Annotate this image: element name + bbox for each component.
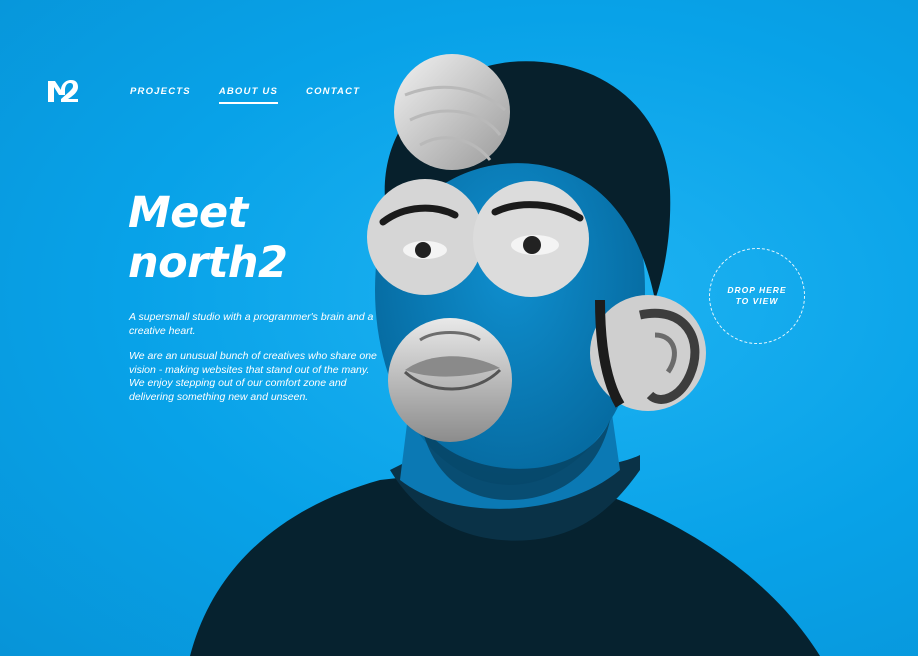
intro-text: A supersmall studio with a programmer's … [129, 311, 374, 337]
mouth-cutout-circle [388, 318, 512, 442]
nav-item-projects[interactable]: PROJECTS [130, 86, 191, 104]
page-title-line1: Meet [128, 188, 248, 238]
left-eye-cutout-circle [367, 179, 483, 295]
main-nav: PROJECTS ABOUT US CONTACT [130, 86, 360, 104]
page-title-line2: north2 [128, 238, 288, 288]
nav-item-about-us[interactable]: ABOUT US [218, 86, 279, 104]
drop-zone-label: DROP HERE TO VIEW [727, 285, 787, 306]
drop-zone[interactable]: DROP HERE TO VIEW [709, 248, 805, 344]
page-title: Meet north2 [128, 188, 288, 288]
about-page: PROJECTS ABOUT US CONTACT Meet north2 A … [0, 0, 918, 656]
about-text: We are an unusual bunch of creatives who… [129, 350, 377, 403]
north2-logo-icon[interactable] [47, 79, 79, 103]
nav-item-contact[interactable]: CONTACT [306, 86, 360, 104]
